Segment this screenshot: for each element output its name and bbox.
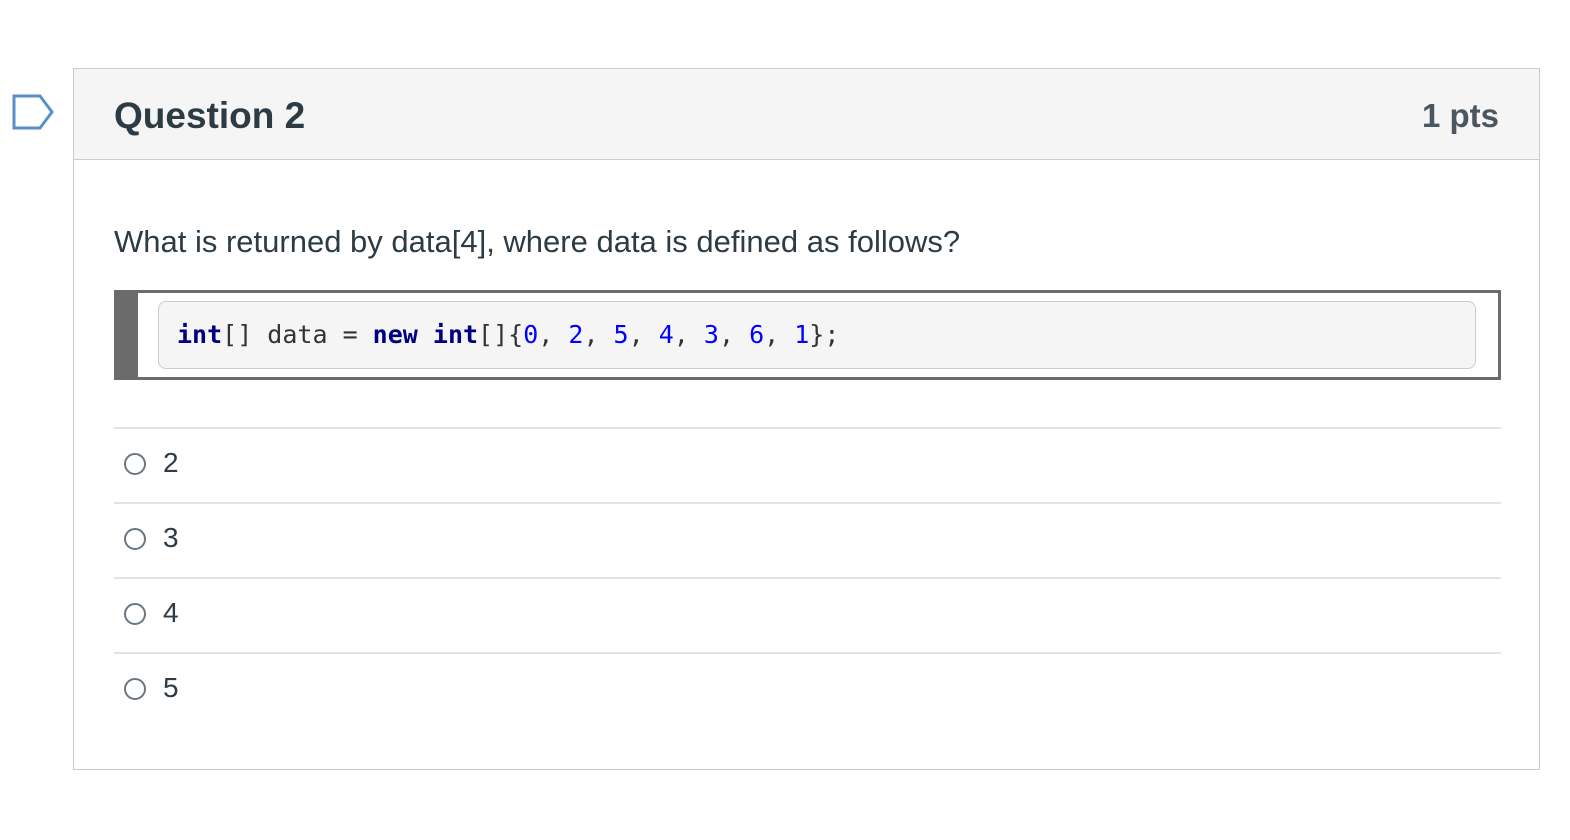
flag-question-icon[interactable] [12, 94, 54, 130]
code-snippet: int[] data = new int[]{0, 2, 5, 4, 3, 6,… [158, 301, 1476, 369]
code-token-num: 2 [568, 320, 584, 349]
code-token-kw: int [177, 320, 223, 349]
radio-button[interactable] [124, 603, 146, 625]
answer-option[interactable]: 2 [114, 427, 1501, 502]
code-token-kw: new [372, 320, 418, 349]
code-token-num: 3 [703, 320, 719, 349]
question-points: 1 pts [1421, 97, 1499, 134]
question-header: Question 2 1 pts [74, 69, 1539, 160]
code-token-num: 4 [658, 320, 674, 349]
code-token-num: 1 [794, 320, 810, 349]
code-token-plain: , [583, 320, 614, 349]
code-token-plain: , [673, 320, 704, 349]
code-token-plain: []{ [478, 320, 524, 349]
answer-label: 4 [163, 597, 179, 628]
radio-button[interactable] [124, 528, 146, 550]
question-card: Question 2 1 pts What is returned by dat… [73, 68, 1540, 770]
code-token-num: 5 [613, 320, 629, 349]
radio-button[interactable] [124, 453, 146, 475]
answer-option[interactable]: 4 [114, 577, 1501, 652]
radio-button[interactable] [124, 678, 146, 700]
answer-option[interactable]: 3 [114, 502, 1501, 577]
code-token-num: 0 [523, 320, 539, 349]
code-token-plain: }; [809, 320, 840, 349]
answer-label: 5 [163, 672, 179, 703]
code-token-plain: , [628, 320, 659, 349]
answer-label: 2 [163, 447, 179, 478]
code-token-kw: int [432, 320, 479, 349]
code-token-num: 6 [749, 320, 765, 349]
answer-list: 2 3 4 5 [114, 427, 1501, 727]
question-title: Question 2 [114, 95, 306, 136]
answer-option[interactable]: 5 [114, 652, 1501, 727]
answer-label: 3 [163, 522, 179, 553]
question-prompt: What is returned by data[4], where data … [114, 224, 961, 259]
code-block: int[] data = new int[]{0, 2, 5, 4, 3, 6,… [114, 290, 1501, 380]
code-token-plain: , [764, 320, 795, 349]
code-token-plain: [] data = [222, 320, 373, 349]
code-token-plain: , [718, 320, 750, 349]
code-token-plain: , [538, 320, 569, 349]
